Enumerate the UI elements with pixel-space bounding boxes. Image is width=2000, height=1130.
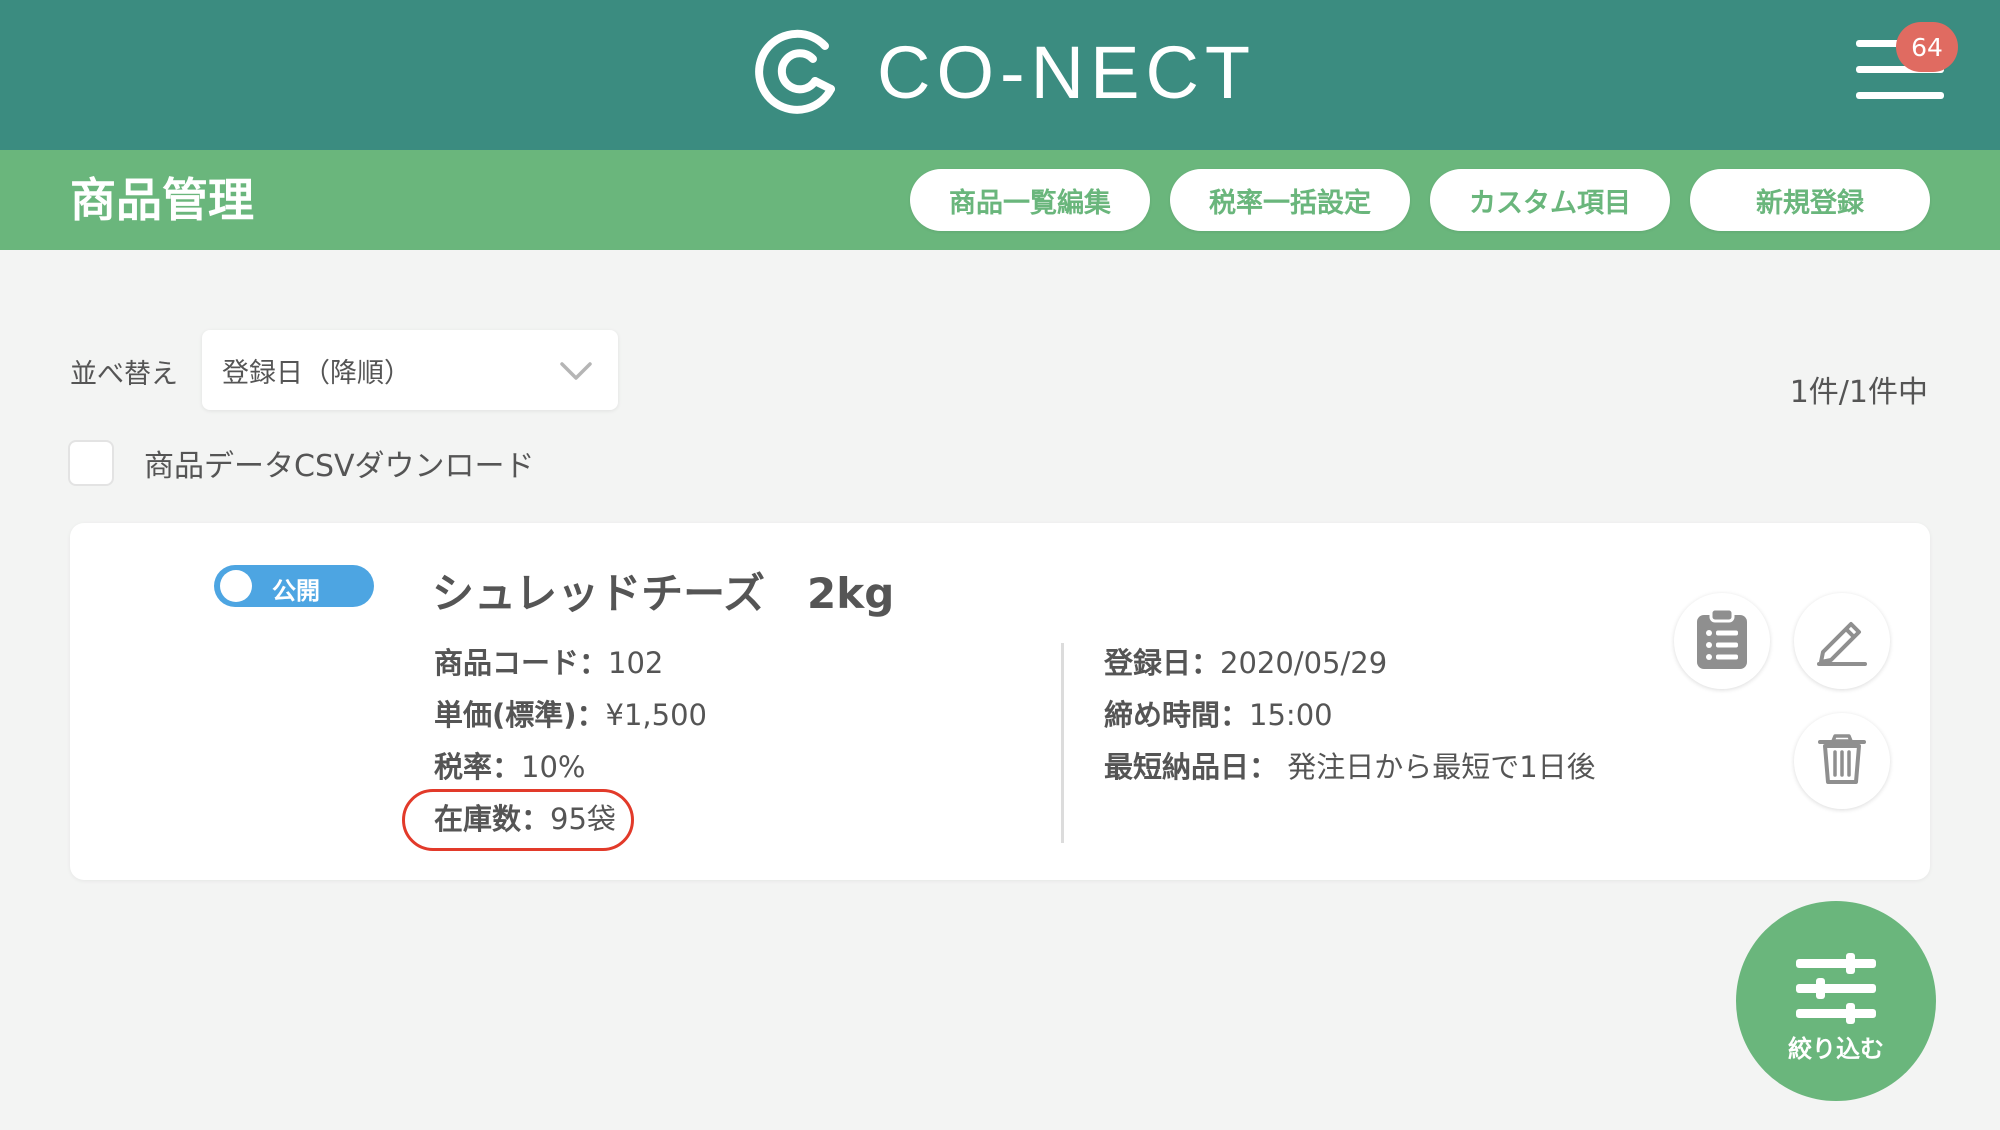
new-registration-button[interactable]: 新規登録: [1690, 169, 1930, 231]
product-card: 公開 シュレッドチーズ 2kg 商品コード：102 単価(標準)：¥1,500 …: [70, 523, 1930, 880]
filter-button[interactable]: 絞り込む: [1736, 901, 1936, 1101]
bulk-edit-button[interactable]: 商品一覧編集: [910, 169, 1150, 231]
tax-rate: 税率：10%: [434, 744, 585, 786]
registered-date: 登録日：2020/05/29: [1104, 640, 1387, 682]
tax-rate-bulk-button[interactable]: 税率一括設定: [1170, 169, 1410, 231]
stock-highlight-annotation: [402, 789, 634, 851]
trash-icon: [1817, 732, 1867, 790]
edit-button[interactable]: [1794, 593, 1890, 689]
sort-select[interactable]: 登録日（降順）: [202, 330, 618, 410]
notification-badge: 64: [1896, 22, 1958, 72]
product-code-label: 商品コード：: [434, 646, 609, 680]
toggle-knob: [220, 570, 252, 602]
publish-toggle[interactable]: 公開: [214, 565, 374, 607]
publish-status: 公開: [272, 577, 320, 605]
info-divider: [1061, 643, 1064, 843]
unit-price: 単価(標準)：¥1,500: [434, 692, 707, 734]
custom-fields-button[interactable]: カスタム項目: [1430, 169, 1670, 231]
unit-price-value: ¥1,500: [605, 698, 707, 732]
tax-rate-label: 税率：: [434, 750, 522, 784]
earliest-delivery: 最短納品日： 発注日から最短で1日後: [1104, 744, 1596, 786]
registered-date-value: 2020/05/29: [1220, 646, 1388, 680]
chevron-down-icon: [558, 352, 594, 392]
delete-button[interactable]: [1794, 713, 1890, 809]
earliest-delivery-label: 最短納品日：: [1104, 750, 1279, 784]
page-title: 商品管理: [70, 173, 254, 227]
pencil-icon: [1815, 612, 1869, 670]
sub-header: 商品管理 商品一覧編集 税率一括設定 カスタム項目 新規登録: [0, 150, 2000, 250]
conect-logo-icon: [755, 29, 841, 115]
sort-label: 並べ替え: [70, 359, 178, 390]
product-code-value: 102: [608, 646, 664, 680]
brand-name: CO-NECT: [877, 30, 1257, 114]
filter-label: 絞り込む: [1788, 1035, 1884, 1063]
csv-download-option[interactable]: 商品データCSVダウンロード: [68, 440, 535, 486]
sort-value: 登録日（降順）: [222, 357, 411, 389]
csv-download-label: 商品データCSVダウンロード: [144, 449, 535, 484]
product-code: 商品コード：102: [434, 640, 663, 682]
brand[interactable]: CO-NECT: [755, 22, 1256, 122]
result-count: 1件/1件中: [1789, 375, 1928, 410]
cutoff-time-label: 締め時間：: [1104, 698, 1250, 732]
cutoff-time-value: 15:00: [1249, 698, 1333, 732]
clipboard-list-icon: [1695, 607, 1749, 675]
unit-price-label: 単価(標準)：: [434, 698, 606, 732]
top-header: CO-NECT 64: [0, 0, 2000, 150]
tax-rate-value: 10%: [521, 750, 586, 784]
detail-button[interactable]: [1674, 593, 1770, 689]
csv-download-checkbox[interactable]: [68, 440, 114, 486]
earliest-delivery-value: 発注日から最短で1日後: [1278, 750, 1596, 784]
hamburger-line: [1856, 92, 1944, 99]
cutoff-time: 締め時間：15:00: [1104, 692, 1333, 734]
registered-date-label: 登録日：: [1104, 646, 1221, 680]
menu-button[interactable]: 64: [1852, 22, 1958, 110]
product-name[interactable]: シュレッドチーズ 2kg: [432, 560, 894, 621]
